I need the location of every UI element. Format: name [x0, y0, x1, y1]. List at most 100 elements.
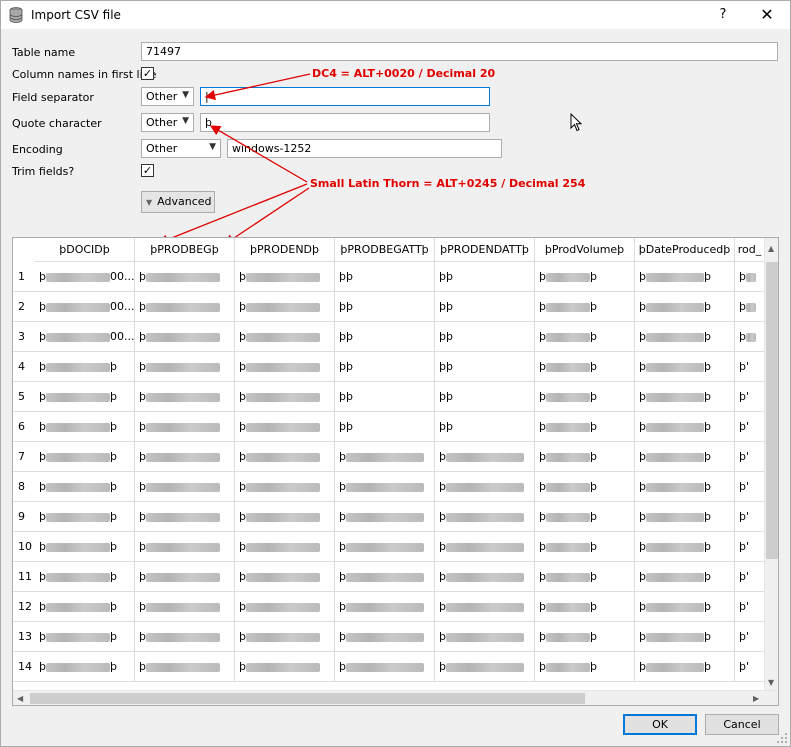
table-cell[interactable]: þ	[435, 562, 535, 592]
column-header[interactable]: þPRODENDATTþ	[435, 238, 535, 262]
table-cell[interactable]: þþ	[35, 382, 135, 412]
table-cell[interactable]: þ	[135, 622, 235, 652]
table-cell[interactable]: þ	[235, 382, 335, 412]
table-cell[interactable]: þþ	[335, 382, 435, 412]
table-cell[interactable]: þþ	[535, 292, 635, 322]
row-header[interactable]: 3	[13, 322, 35, 352]
column-header[interactable]: rod_	[735, 238, 765, 262]
table-cell[interactable]: þþ	[435, 292, 535, 322]
table-cell[interactable]: þþ	[535, 472, 635, 502]
table-cell[interactable]: þ	[335, 442, 435, 472]
table-cell[interactable]: þþ	[535, 592, 635, 622]
table-cell[interactable]: þ	[135, 262, 235, 292]
table-cell[interactable]: þþ	[535, 352, 635, 382]
table-cell[interactable]: þ 00...	[35, 262, 135, 292]
table-cell[interactable]: þ	[135, 322, 235, 352]
table-cell[interactable]: þ	[135, 472, 235, 502]
table-cell[interactable]: þ	[135, 352, 235, 382]
table-cell[interactable]: þ'	[735, 472, 765, 502]
table-cell[interactable]: þ	[135, 592, 235, 622]
scroll-left-icon[interactable]: ◀	[17, 694, 23, 703]
table-cell[interactable]: þþ	[535, 502, 635, 532]
table-cell[interactable]: þþ	[435, 382, 535, 412]
table-cell[interactable]: þ	[235, 262, 335, 292]
table-cell[interactable]: þ	[335, 592, 435, 622]
table-cell[interactable]: þ	[435, 652, 535, 682]
table-cell[interactable]: þ'	[735, 622, 765, 652]
column-header[interactable]: þPRODBEGATTþ	[335, 238, 435, 262]
table-cell[interactable]: þ	[335, 502, 435, 532]
table-cell[interactable]: þþ	[35, 592, 135, 622]
table-cell[interactable]: þ	[235, 412, 335, 442]
table-cell[interactable]: þ	[235, 592, 335, 622]
table-cell[interactable]: þþ	[335, 352, 435, 382]
horizontal-scroll-thumb[interactable]	[30, 693, 585, 704]
table-cell[interactable]: þ	[435, 502, 535, 532]
table-cell[interactable]: þþ	[35, 502, 135, 532]
table-cell[interactable]: þþ	[435, 352, 535, 382]
table-cell[interactable]: þþ	[635, 592, 735, 622]
table-cell[interactable]: þ	[235, 502, 335, 532]
table-cell[interactable]: þþ	[35, 652, 135, 682]
table-cell[interactable]: þþ	[35, 622, 135, 652]
table-cell[interactable]: þþ	[635, 502, 735, 532]
table-cell[interactable]: þ	[235, 352, 335, 382]
table-cell[interactable]: þþ	[535, 442, 635, 472]
table-cell[interactable]: þþ	[635, 472, 735, 502]
table-cell[interactable]: þ'	[735, 592, 765, 622]
table-cell[interactable]: þþ	[635, 562, 735, 592]
row-header[interactable]: 11	[13, 562, 35, 592]
scroll-right-icon[interactable]: ▶	[753, 694, 759, 703]
ok-button[interactable]: OK	[623, 714, 697, 735]
table-cell[interactable]: þþ	[35, 442, 135, 472]
table-cell[interactable]: þþ	[635, 382, 735, 412]
table-cell[interactable]: þþ	[535, 562, 635, 592]
table-cell[interactable]: þ	[435, 442, 535, 472]
table-cell[interactable]: þ	[335, 472, 435, 502]
table-cell[interactable]: þþ	[535, 412, 635, 442]
table-cell[interactable]: þþ	[335, 412, 435, 442]
table-cell[interactable]: þþ	[335, 292, 435, 322]
table-cell[interactable]: þþ	[35, 412, 135, 442]
column-header[interactable]: þDateProducedþ	[635, 238, 735, 262]
table-cell[interactable]: þþ	[535, 652, 635, 682]
table-cell[interactable]: þþ	[35, 562, 135, 592]
table-cell[interactable]: þþ	[635, 652, 735, 682]
table-cell[interactable]: þþ	[635, 412, 735, 442]
table-cell[interactable]: þ	[735, 262, 765, 292]
scroll-down-icon[interactable]: ▼	[768, 678, 774, 687]
table-cell[interactable]: þþ	[335, 262, 435, 292]
table-cell[interactable]: þþ	[435, 412, 535, 442]
table-cell[interactable]: þþ	[35, 352, 135, 382]
table-cell[interactable]: þ'	[735, 382, 765, 412]
table-cell[interactable]: þþ	[635, 262, 735, 292]
table-cell[interactable]: þ	[235, 322, 335, 352]
row-header[interactable]: 13	[13, 622, 35, 652]
table-cell[interactable]: þþ	[635, 622, 735, 652]
table-cell[interactable]: þ	[135, 502, 235, 532]
table-cell[interactable]: þ	[335, 532, 435, 562]
table-cell[interactable]: þ	[435, 592, 535, 622]
table-cell[interactable]: þ	[435, 472, 535, 502]
table-cell[interactable]: þ	[135, 562, 235, 592]
row-header[interactable]: 10	[13, 532, 35, 562]
table-cell[interactable]: þþ	[635, 292, 735, 322]
table-cell[interactable]: þ'	[735, 532, 765, 562]
table-cell[interactable]: þ	[235, 622, 335, 652]
table-cell[interactable]: þ	[135, 442, 235, 472]
table-cell[interactable]: þþ	[535, 532, 635, 562]
table-cell[interactable]: þþ	[635, 532, 735, 562]
row-header[interactable]: 7	[13, 442, 35, 472]
table-cell[interactable]: þ	[135, 652, 235, 682]
row-header[interactable]: 6	[13, 412, 35, 442]
scroll-up-icon[interactable]: ▲	[768, 244, 774, 253]
table-cell[interactable]: þ	[335, 562, 435, 592]
table-cell[interactable]: þþ	[435, 262, 535, 292]
preview-table[interactable]: þDOCIDþ þPRODBEGþ þPRODENDþ þPRODBEGATTþ þPR…	[12, 237, 779, 706]
row-header[interactable]: 8	[13, 472, 35, 502]
table-cell[interactable]: þ'	[735, 442, 765, 472]
table-cell[interactable]: þ 00...	[35, 292, 135, 322]
table-cell[interactable]: þ	[235, 562, 335, 592]
table-cell[interactable]: þ	[335, 652, 435, 682]
row-header[interactable]: 5	[13, 382, 35, 412]
